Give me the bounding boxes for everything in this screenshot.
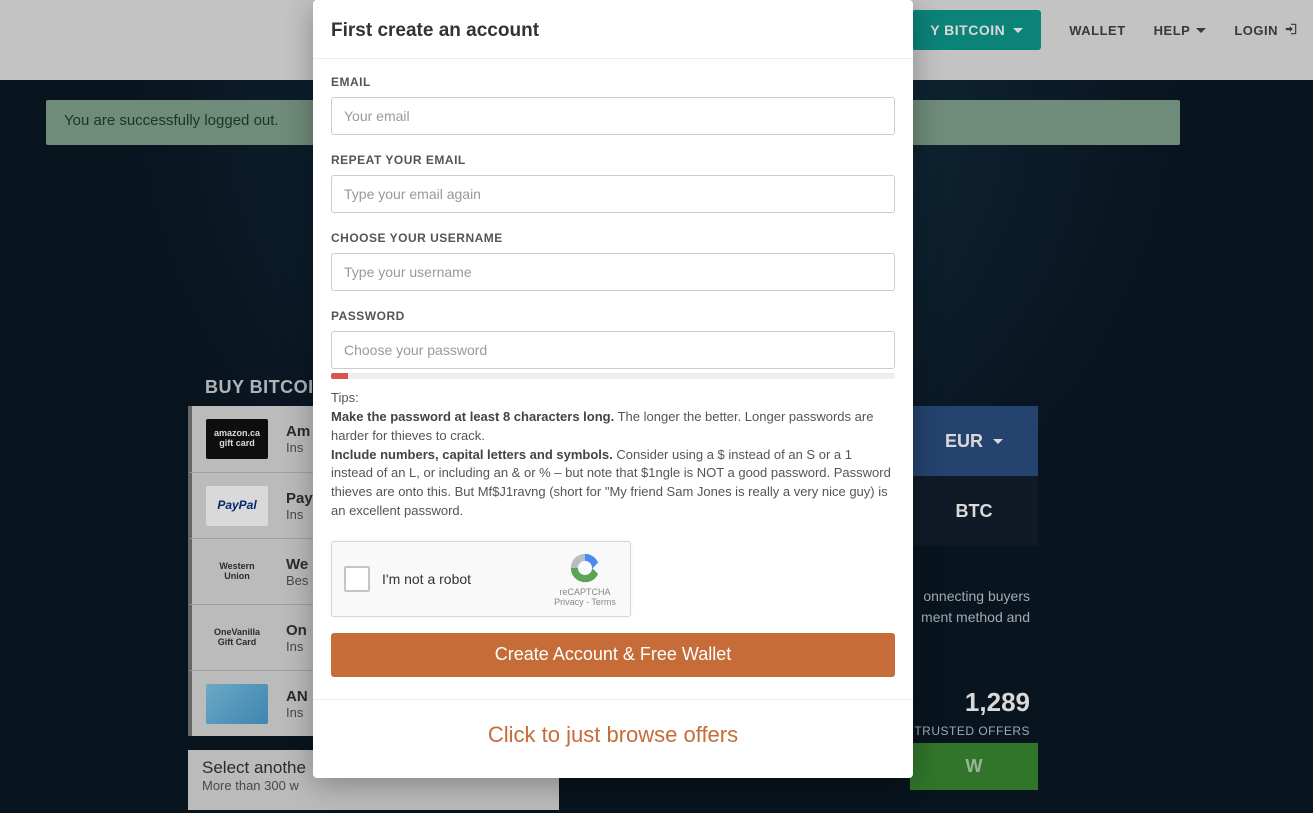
modal-footer: Click to just browse offers <box>313 699 913 748</box>
recaptcha-brand: reCAPTCHA <box>550 587 620 597</box>
username-field[interactable] <box>331 253 895 291</box>
recaptcha-icon <box>568 551 602 585</box>
recaptcha-links[interactable]: Privacy - Terms <box>550 597 620 607</box>
username-label: CHOOSE YOUR USERNAME <box>331 231 895 245</box>
repeat-email-label: REPEAT YOUR EMAIL <box>331 153 895 167</box>
create-account-button[interactable]: Create Account & Free Wallet <box>331 633 895 677</box>
modal-header: First create an account <box>313 0 913 59</box>
recaptcha-checkbox[interactable] <box>344 566 370 592</box>
email-label: EMAIL <box>331 75 895 89</box>
recaptcha-label: I'm not a robot <box>382 571 550 587</box>
password-field[interactable] <box>331 331 895 369</box>
browse-offers-link[interactable]: Click to just browse offers <box>488 722 738 747</box>
repeat-email-field[interactable] <box>331 175 895 213</box>
password-strength-meter <box>331 373 895 379</box>
recaptcha-widget[interactable]: I'm not a robot reCAPTCHA Privacy - Term… <box>331 541 631 617</box>
password-label: PASSWORD <box>331 309 895 323</box>
password-tips: Tips: Make the password at least 8 chara… <box>331 389 895 521</box>
create-account-modal: First create an account EMAIL REPEAT YOU… <box>313 0 913 778</box>
modal-title: First create an account <box>331 20 895 42</box>
email-field[interactable] <box>331 97 895 135</box>
